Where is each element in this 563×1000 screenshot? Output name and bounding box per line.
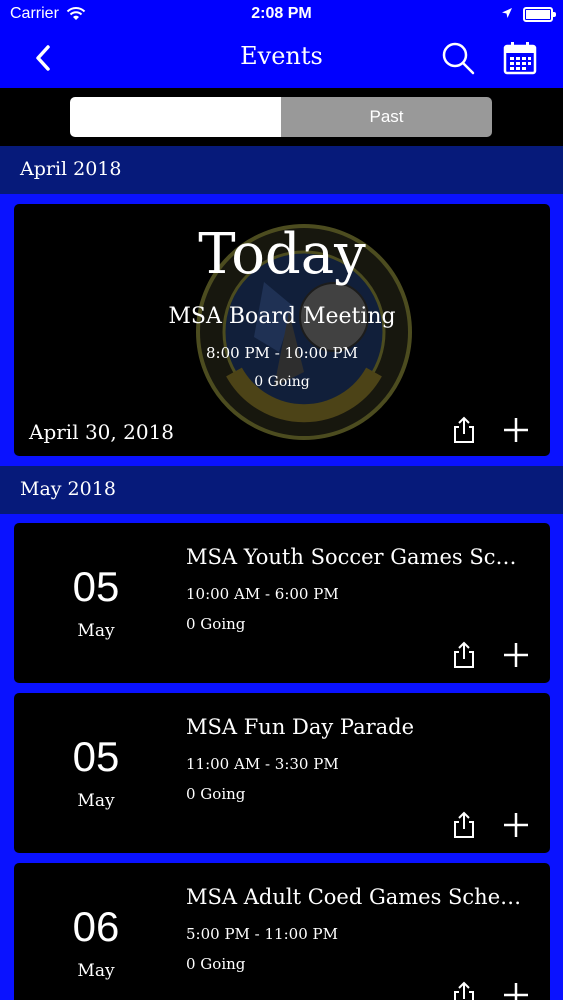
segment-upcoming[interactable] [70, 97, 281, 137]
today-badge: Today [198, 222, 366, 287]
event-day: 05 [72, 733, 120, 780]
calendar-icon[interactable] [502, 40, 538, 76]
event-going: 0 Going [186, 785, 246, 803]
add-icon[interactable] [502, 811, 530, 839]
event-card[interactable]: 05 May MSA Youth Soccer Games Schedule 1… [14, 523, 550, 683]
segment-area: Past [0, 88, 563, 146]
event-month: May [77, 961, 115, 981]
featured-event-going: 0 Going [254, 374, 310, 390]
share-icon[interactable] [450, 641, 478, 669]
add-icon[interactable] [502, 416, 530, 444]
share-icon[interactable] [450, 981, 478, 1000]
status-bar: Carrier 2:08 PM [0, 0, 563, 30]
featured-event-date: April 30, 2018 [29, 420, 175, 444]
featured-event-title: MSA Board Meeting [168, 304, 396, 329]
event-card[interactable]: 05 May MSA Fun Day Parade 11:00 AM - 3:3… [14, 693, 550, 853]
share-icon[interactable] [450, 416, 478, 444]
nav-bar: Events [0, 30, 563, 88]
status-time: 2:08 PM [251, 5, 312, 22]
share-icon[interactable] [450, 811, 478, 839]
featured-event-card[interactable]: Today MSA Board Meeting 8:00 PM - 10:00 … [14, 204, 550, 456]
event-month: May [77, 621, 115, 641]
page-title: Events [240, 42, 323, 70]
event-filter-segmented-control: Past [70, 97, 492, 137]
event-month: May [77, 791, 115, 811]
event-time: 11:00 AM - 3:30 PM [186, 755, 339, 773]
event-going: 0 Going [186, 955, 246, 973]
search-icon[interactable] [440, 40, 476, 76]
add-icon[interactable] [502, 981, 530, 1000]
battery-icon [523, 7, 556, 22]
add-icon[interactable] [502, 641, 530, 669]
featured-event-time: 8:00 PM - 10:00 PM [206, 344, 358, 362]
section-header-april: April 2018 [0, 146, 563, 194]
event-going: 0 Going [186, 615, 246, 633]
location-arrow-icon [502, 8, 512, 18]
event-day: 05 [72, 563, 120, 610]
event-time: 10:00 AM - 6:00 PM [186, 585, 339, 603]
event-day: 06 [72, 903, 120, 950]
event-title: MSA Fun Day Parade [186, 715, 415, 739]
event-time: 5:00 PM - 11:00 PM [186, 925, 338, 943]
segment-past[interactable]: Past [281, 97, 492, 137]
section-header-may: May 2018 [0, 466, 563, 514]
event-card[interactable]: 06 May MSA Adult Coed Games Schedule 5:0… [14, 863, 550, 1000]
event-title: MSA Youth Soccer Games Schedule [186, 545, 526, 569]
event-title: MSA Adult Coed Games Schedule [186, 885, 526, 909]
